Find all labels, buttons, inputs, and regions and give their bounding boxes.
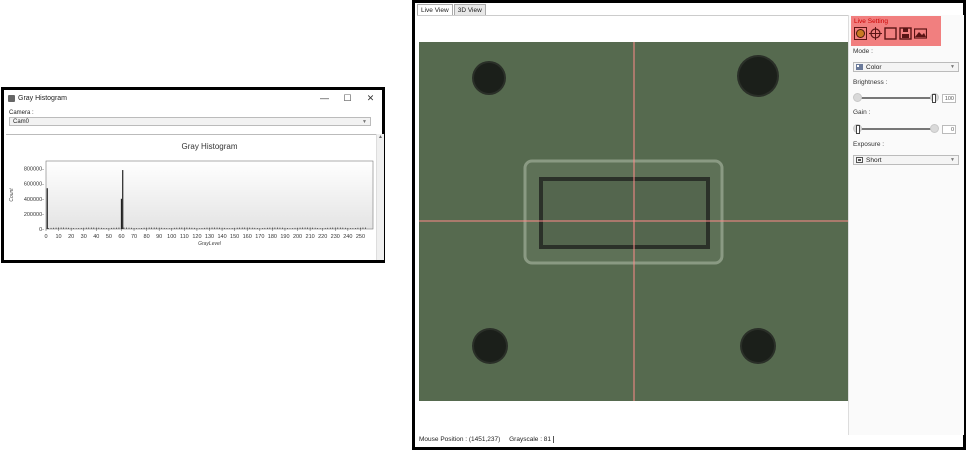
slider-start-cap bbox=[853, 93, 862, 102]
mode-select[interactable]: Color ▼ bbox=[853, 62, 959, 72]
x-tick-label: 240 bbox=[343, 234, 352, 240]
camera-select-value: Cam0 bbox=[13, 119, 30, 125]
slider-end-cap bbox=[930, 124, 939, 133]
live-setting-panel: Live Setting Mode : Color ▼ Brightness:… bbox=[848, 15, 964, 435]
exposure-select-value: Short bbox=[866, 157, 882, 164]
window-title: Gray Histogram bbox=[18, 95, 68, 102]
chevron-down-icon: ▼ bbox=[362, 119, 367, 125]
brightness-slider[interactable] bbox=[853, 93, 939, 103]
x-tick-label: 20 bbox=[68, 234, 74, 240]
x-tick-label: 150 bbox=[230, 234, 239, 240]
x-tick-label: 160 bbox=[243, 234, 252, 240]
live-setting-title: Live Setting bbox=[854, 18, 888, 25]
hole-top-right-inner bbox=[739, 57, 777, 95]
y-tick-label: 600000- bbox=[24, 182, 44, 188]
exposure-label: Exposure : bbox=[853, 141, 885, 148]
x-tick-label: 70 bbox=[131, 234, 137, 240]
y-tick-label: 400000- bbox=[24, 197, 44, 203]
slider-track bbox=[858, 97, 934, 99]
brightness-value[interactable]: 100 bbox=[942, 94, 956, 103]
camera-mode-icon bbox=[856, 64, 863, 70]
camera-label: Camera : bbox=[9, 110, 34, 116]
app-icon bbox=[8, 95, 15, 102]
x-tick-label: 130 bbox=[205, 234, 214, 240]
tool-icons bbox=[854, 27, 941, 40]
exposure-icon bbox=[856, 157, 863, 163]
histogram-chart-area: Gray Histogram 0- 200000- 400000- 600000- 800… bbox=[6, 134, 376, 263]
live-view-window: Live View 3D View Mouse Position : (1451… bbox=[412, 0, 966, 450]
y-tick-label: 800000- bbox=[24, 167, 44, 173]
camera-image[interactable] bbox=[419, 42, 850, 401]
gain-slider[interactable] bbox=[853, 124, 939, 134]
x-tick-label: 100 bbox=[167, 234, 176, 240]
x-tick-label: 40 bbox=[93, 234, 99, 240]
mouse-position: Mouse Position : (1451,237) bbox=[419, 436, 501, 443]
y-tick-label: 200000- bbox=[24, 212, 44, 218]
x-tick-label: 120 bbox=[192, 234, 201, 240]
x-tick-label: 90 bbox=[156, 234, 162, 240]
hole-bottom-left-inner bbox=[474, 330, 506, 362]
x-tick-label: 250 bbox=[356, 234, 365, 240]
live-setting-toolbar: Live Setting bbox=[851, 16, 941, 46]
x-tick-label: 190 bbox=[280, 234, 289, 240]
camera-select[interactable]: Cam0 ▼ bbox=[9, 117, 371, 126]
brightness-label: Brightness : bbox=[853, 79, 888, 86]
gain-label: Gain : bbox=[853, 109, 871, 116]
crosshair-icon[interactable] bbox=[869, 27, 882, 40]
gray-histogram-window: Gray Histogram — ☐ ✕ Camera : Cam0 ▼ Gra… bbox=[1, 87, 385, 263]
slider-thumb[interactable] bbox=[932, 94, 936, 103]
chevron-down-icon: ▼ bbox=[950, 64, 955, 70]
histogram-chart: Gray Histogram0-200000-400000-600000-800… bbox=[9, 142, 374, 247]
x-tick-label: 0 bbox=[44, 234, 47, 240]
x-tick-label: 210 bbox=[306, 234, 315, 240]
scroll-up-icon[interactable]: ▲ bbox=[377, 134, 384, 140]
x-axis-label: GrayLevel bbox=[198, 241, 222, 247]
gain-value[interactable]: 0 bbox=[942, 125, 956, 134]
pocket-inner bbox=[539, 177, 710, 249]
save-icon[interactable] bbox=[899, 27, 912, 40]
y-tick-label: 0- bbox=[39, 227, 44, 233]
maximize-button[interactable]: ☐ bbox=[336, 90, 359, 107]
x-tick-label: 230 bbox=[331, 234, 340, 240]
mode-select-value: Color bbox=[866, 64, 882, 71]
x-tick-label: 200 bbox=[293, 234, 302, 240]
x-tick-label: 180 bbox=[268, 234, 277, 240]
x-tick-label: 30 bbox=[81, 234, 87, 240]
x-tick-label: 50 bbox=[106, 234, 112, 240]
hole-top-left-inner bbox=[474, 63, 504, 93]
exposure-select[interactable]: Short ▼ bbox=[853, 155, 959, 165]
x-tick-label: 220 bbox=[318, 234, 327, 240]
x-tick-label: 110 bbox=[180, 234, 189, 240]
chart-title: Gray Histogram bbox=[181, 142, 237, 151]
minimize-button[interactable]: — bbox=[313, 90, 336, 107]
camera-image-canvas bbox=[419, 42, 850, 401]
image-icon[interactable] bbox=[914, 27, 927, 40]
y-axis-label: Count bbox=[9, 188, 15, 202]
close-button[interactable]: ✕ bbox=[359, 90, 382, 107]
x-tick-label: 80 bbox=[144, 234, 150, 240]
plot-area bbox=[45, 160, 374, 230]
x-tick-label: 60 bbox=[118, 234, 124, 240]
title-bar: Gray Histogram — ☐ ✕ bbox=[4, 90, 382, 107]
mode-label: Mode : bbox=[853, 48, 873, 55]
roi-box-icon[interactable] bbox=[884, 27, 897, 40]
x-tick-label: 140 bbox=[217, 234, 226, 240]
record-icon[interactable] bbox=[854, 27, 867, 40]
x-tick-label: 10 bbox=[56, 234, 62, 240]
hole-bottom-right-inner bbox=[742, 330, 774, 362]
x-tick-label: 170 bbox=[255, 234, 264, 240]
vertical-scrollbar[interactable]: ▲ bbox=[376, 134, 384, 260]
status-bar: Mouse Position : (1451,237) Grayscale : … bbox=[419, 436, 561, 443]
chevron-down-icon: ▼ bbox=[950, 157, 955, 163]
slider-track bbox=[858, 128, 934, 130]
slider-thumb[interactable] bbox=[856, 125, 860, 134]
grayscale-value: Grayscale : 81 bbox=[509, 436, 555, 443]
